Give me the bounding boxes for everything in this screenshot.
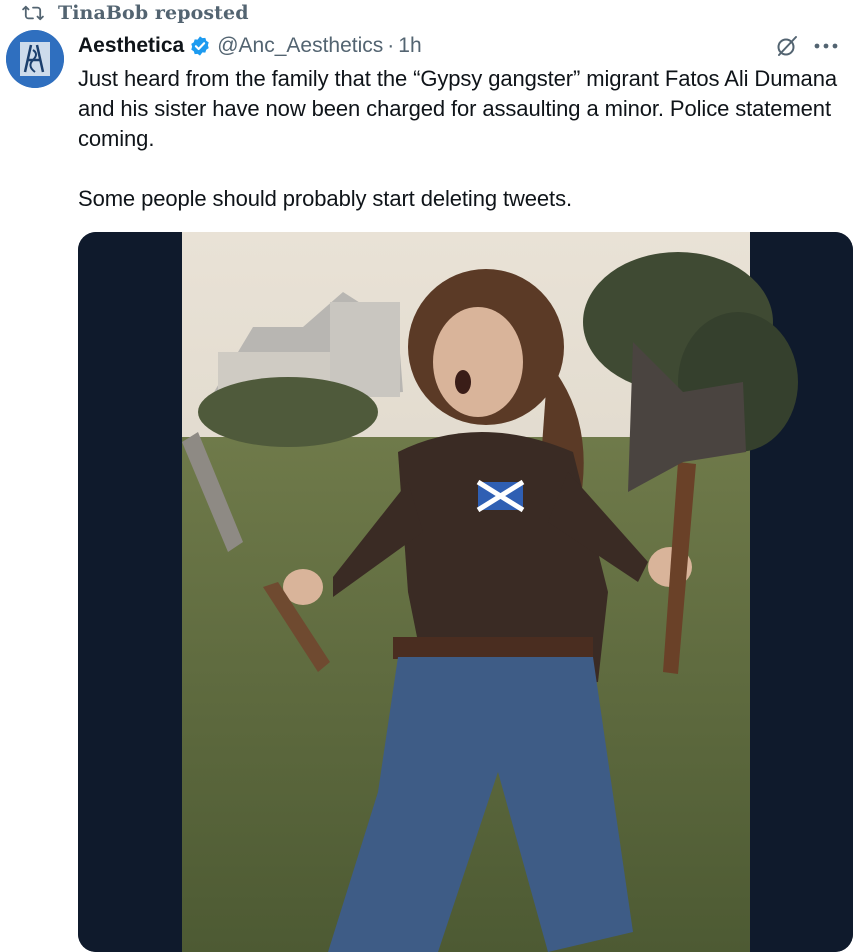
media-illustration xyxy=(78,232,853,952)
separator-dot: · xyxy=(387,34,395,57)
tweet-text: Just heard from the family that the “Gyp… xyxy=(78,66,837,211)
avatar-logo-icon xyxy=(6,30,64,88)
author-name[interactable]: Aesthetica xyxy=(78,34,184,58)
author-handle[interactable]: @Anc_Aesthetics xyxy=(217,34,383,58)
repost-icon xyxy=(22,5,44,21)
tweet-header: Aesthetica @Anc_Aesthetics · 1h xyxy=(78,31,839,61)
tweet-media[interactable] xyxy=(78,232,853,952)
repost-context[interactable]: TinaBob reposted xyxy=(22,2,249,24)
avatar[interactable] xyxy=(6,30,64,88)
grok-icon[interactable] xyxy=(775,34,799,58)
repost-label: TinaBob reposted xyxy=(58,2,249,24)
more-icon[interactable] xyxy=(813,42,839,50)
verified-badge-icon[interactable] xyxy=(189,35,211,57)
timestamp[interactable]: 1h xyxy=(398,34,421,58)
